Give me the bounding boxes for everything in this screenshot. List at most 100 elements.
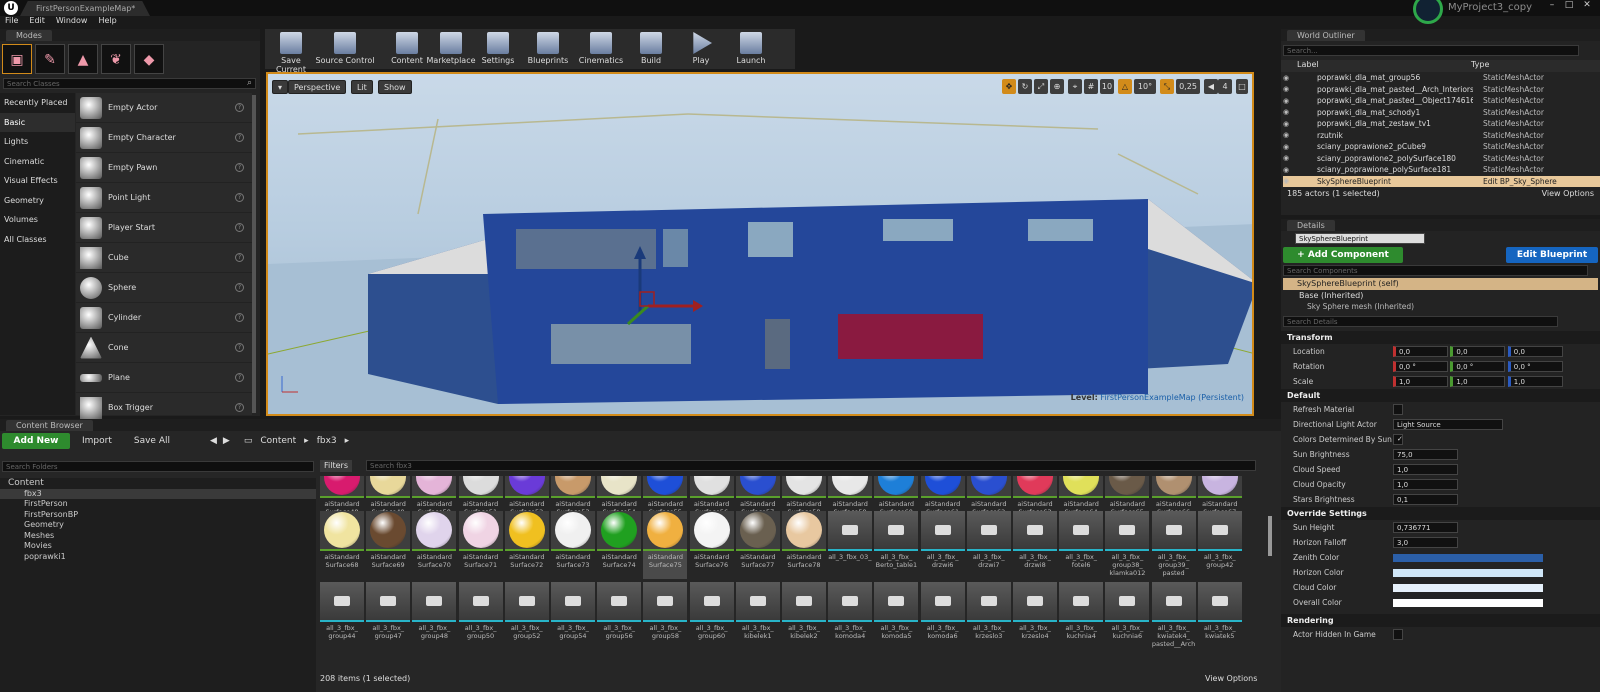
asset-tile[interactable]: aiStandard Surface69 xyxy=(366,511,411,579)
asset-tile[interactable]: all_3_fbx_03_Poliform_Metropolitan xyxy=(828,511,873,579)
asset-tile[interactable]: all_3_fbx_ group52 xyxy=(504,582,549,650)
outliner-row[interactable]: ◉ poprawki_dla_mat_pasted__Arch_Interiors… xyxy=(1283,84,1600,96)
overall-color-swatch[interactable] xyxy=(1393,598,1543,607)
search-classes-input[interactable]: Search Classes xyxy=(3,78,256,89)
eye-icon[interactable]: ◉ xyxy=(1283,154,1295,162)
folder-content[interactable]: Content xyxy=(0,478,316,489)
asset-tile[interactable]: all_3_fbx_ komoda5 xyxy=(874,582,919,650)
asset-tile[interactable]: aiStandard Surface74 xyxy=(597,511,642,579)
eye-icon[interactable]: ◉ xyxy=(1283,143,1295,151)
outliner-search-input[interactable]: Search... xyxy=(1283,45,1579,56)
asset-tile[interactable]: aiStandard Surface75 xyxy=(643,511,688,579)
outliner-row[interactable]: ◉ sciany_poprawione2_polySurface180 Static… xyxy=(1283,153,1600,165)
outliner-row[interactable]: ◉ poprawki_dla_mat_group56 StaticMeshActor xyxy=(1283,72,1600,84)
eye-icon[interactable]: ◉ xyxy=(1283,166,1295,174)
path-content[interactable]: Content xyxy=(260,436,296,446)
category-recently-placed[interactable]: Recently Placed xyxy=(0,93,75,113)
help-icon[interactable]: ? xyxy=(235,373,244,382)
surface-snap-icon[interactable]: ⌖ xyxy=(1068,79,1082,94)
paint-mode-icon[interactable]: ✎ xyxy=(35,44,65,74)
asset-tile[interactable]: all_3_fbx_ kibelek2 xyxy=(782,582,826,650)
content-browser-tab[interactable]: Content Browser xyxy=(6,420,93,431)
actor-plane[interactable]: Plane? xyxy=(76,363,252,393)
maximize-icon[interactable]: □ xyxy=(1562,0,1576,10)
zenith-color-swatch[interactable] xyxy=(1393,553,1543,562)
level-viewport[interactable]: ▾ Perspective Lit Show ✥ ↻ ⤢ ⊕ ⌖ # 10 △ … xyxy=(266,72,1254,416)
asset-tile[interactable]: aiStandard Surface73 xyxy=(551,511,595,579)
actor-cylinder[interactable]: Cylinder? xyxy=(76,303,252,333)
map-tab[interactable]: FirstPersonExampleMap* xyxy=(20,1,150,16)
actor-hidden-checkbox[interactable] xyxy=(1393,629,1403,640)
asset-tile[interactable]: aiStandard Surface78 xyxy=(782,511,826,579)
asset-tile[interactable]: all_3_fbx_ group44 xyxy=(320,582,364,650)
asset-tile[interactable]: all_3_fbx_ group50 xyxy=(458,582,503,650)
folder-firstpersonbp[interactable]: FirstPersonBP xyxy=(0,510,316,521)
path-fbx3[interactable]: fbx3 xyxy=(317,436,337,446)
asset-tile[interactable]: all_3_fbx_ krzeslo4 xyxy=(1013,582,1057,650)
save-current-button[interactable]: Save Current xyxy=(265,30,317,74)
asset-tile[interactable]: all_3_fbx_ kuchnia6 xyxy=(1105,582,1150,650)
asset-tile[interactable]: aiStandard Surface68 xyxy=(320,511,364,579)
folder-meshes[interactable]: Meshes xyxy=(0,531,316,542)
type-column-header[interactable]: Type xyxy=(1471,60,1489,72)
asset-tile[interactable]: all_3_fbx_ kwiatek4_ pasted__Arch xyxy=(1151,582,1196,650)
camera-speed-icon[interactable]: ◀ xyxy=(1204,79,1218,94)
outliner-row[interactable]: ◉ sciany_poprawione2_pCube9 StaticMeshActo… xyxy=(1283,141,1600,153)
asset-tile[interactable]: all_3_fbx_ group54 xyxy=(551,582,595,650)
horizon-color-swatch[interactable] xyxy=(1393,568,1543,577)
asset-tile[interactable]: all_3_fbx_ group60 xyxy=(689,582,734,650)
asset-tile[interactable]: all_3_fbx_ group39_ pasted xyxy=(1151,511,1196,579)
modes-scrollbar[interactable] xyxy=(252,95,256,413)
asset-tile[interactable]: all_3_fbx_ fotel6 xyxy=(1059,511,1104,579)
help-icon[interactable]: ? xyxy=(235,343,244,352)
refresh-material-checkbox[interactable] xyxy=(1393,404,1403,415)
default-section[interactable]: Default xyxy=(1281,389,1600,402)
asset-tile[interactable]: all_3_fbx_ group58 xyxy=(643,582,688,650)
eye-icon[interactable]: ◉ xyxy=(1283,108,1295,116)
perspective-button[interactable]: Perspective xyxy=(288,80,347,94)
actor-empty-actor[interactable]: Empty Actor? xyxy=(76,93,252,123)
asset-tile[interactable]: all_3_fbx_ krzeslo3 xyxy=(966,582,1011,650)
asset-tile[interactable]: aiStandard Surface71 xyxy=(458,511,503,579)
asset-tile[interactable]: all_3_fbx_ kuchnia4 xyxy=(1059,582,1104,650)
eye-icon[interactable]: ◉ xyxy=(1283,177,1295,185)
rotate-tool-icon[interactable]: ↻ xyxy=(1018,79,1032,94)
filters-button[interactable]: Filters xyxy=(320,460,352,472)
asset-tile[interactable]: all_3_fbx_ group47 xyxy=(366,582,411,650)
eye-icon[interactable]: ◉ xyxy=(1283,74,1295,82)
actor-name-field[interactable]: SkySphereBlueprint xyxy=(1295,233,1425,244)
actor-point-light[interactable]: Point Light? xyxy=(76,183,252,213)
asset-tile[interactable]: all_3_fbx_ Berto_table1 xyxy=(874,511,919,579)
eye-icon[interactable]: ◉ xyxy=(1283,97,1295,105)
outliner-row[interactable]: ◉ poprawki_dla_mat_zestaw_tv1 StaticMeshAc… xyxy=(1283,118,1600,130)
folder-firstperson[interactable]: FirstPerson xyxy=(0,499,316,510)
grid-snap-value[interactable]: 10 xyxy=(1100,79,1114,94)
asset-tile[interactable]: all_3_fbx_ komoda4 xyxy=(828,582,873,650)
category-cinematic[interactable]: Cinematic xyxy=(0,152,75,172)
camera-speed-value[interactable]: 4 xyxy=(1218,79,1232,94)
menu-window[interactable]: Window xyxy=(56,16,88,25)
folder-geometry[interactable]: Geometry xyxy=(0,520,316,531)
asset-tile[interactable]: all_3_fbx_ group56 xyxy=(597,582,642,650)
asset-tile[interactable]: all_3_fbx_ group38_ klamka012 xyxy=(1105,511,1150,579)
actor-cube[interactable]: Cube? xyxy=(76,243,252,273)
eye-icon[interactable]: ◉ xyxy=(1283,131,1295,139)
minimize-icon[interactable]: – xyxy=(1545,0,1559,10)
base-component[interactable]: Base (Inherited) xyxy=(1281,290,1600,302)
asset-tile[interactable]: all_3_fbx_ group48 xyxy=(412,582,457,650)
category-lights[interactable]: Lights xyxy=(0,132,75,152)
source-control-status-icon[interactable] xyxy=(1413,0,1443,24)
scale-snap-value[interactable]: 0,25 xyxy=(1176,79,1200,94)
details-tab[interactable]: Details xyxy=(1287,220,1335,231)
category-visual-effects[interactable]: Visual Effects xyxy=(0,171,75,191)
actor-sphere[interactable]: Sphere? xyxy=(76,273,252,303)
asset-tile[interactable]: aiStandard Surface72 xyxy=(504,511,549,579)
folder-poprawki1[interactable]: poprawki1 xyxy=(0,552,316,563)
eye-icon[interactable]: ◉ xyxy=(1283,120,1295,128)
rotation-snap-value[interactable]: 10° xyxy=(1134,79,1156,94)
outliner-view-options[interactable]: View Options xyxy=(1542,189,1594,199)
self-component[interactable]: SkySphereBlueprint (self) xyxy=(1283,278,1598,290)
outliner-row[interactable]: ◉ sciany_poprawione_polySurface181 StaticM… xyxy=(1283,164,1600,176)
actor-empty-character[interactable]: Empty Character? xyxy=(76,123,252,153)
help-icon[interactable]: ? xyxy=(235,253,244,262)
